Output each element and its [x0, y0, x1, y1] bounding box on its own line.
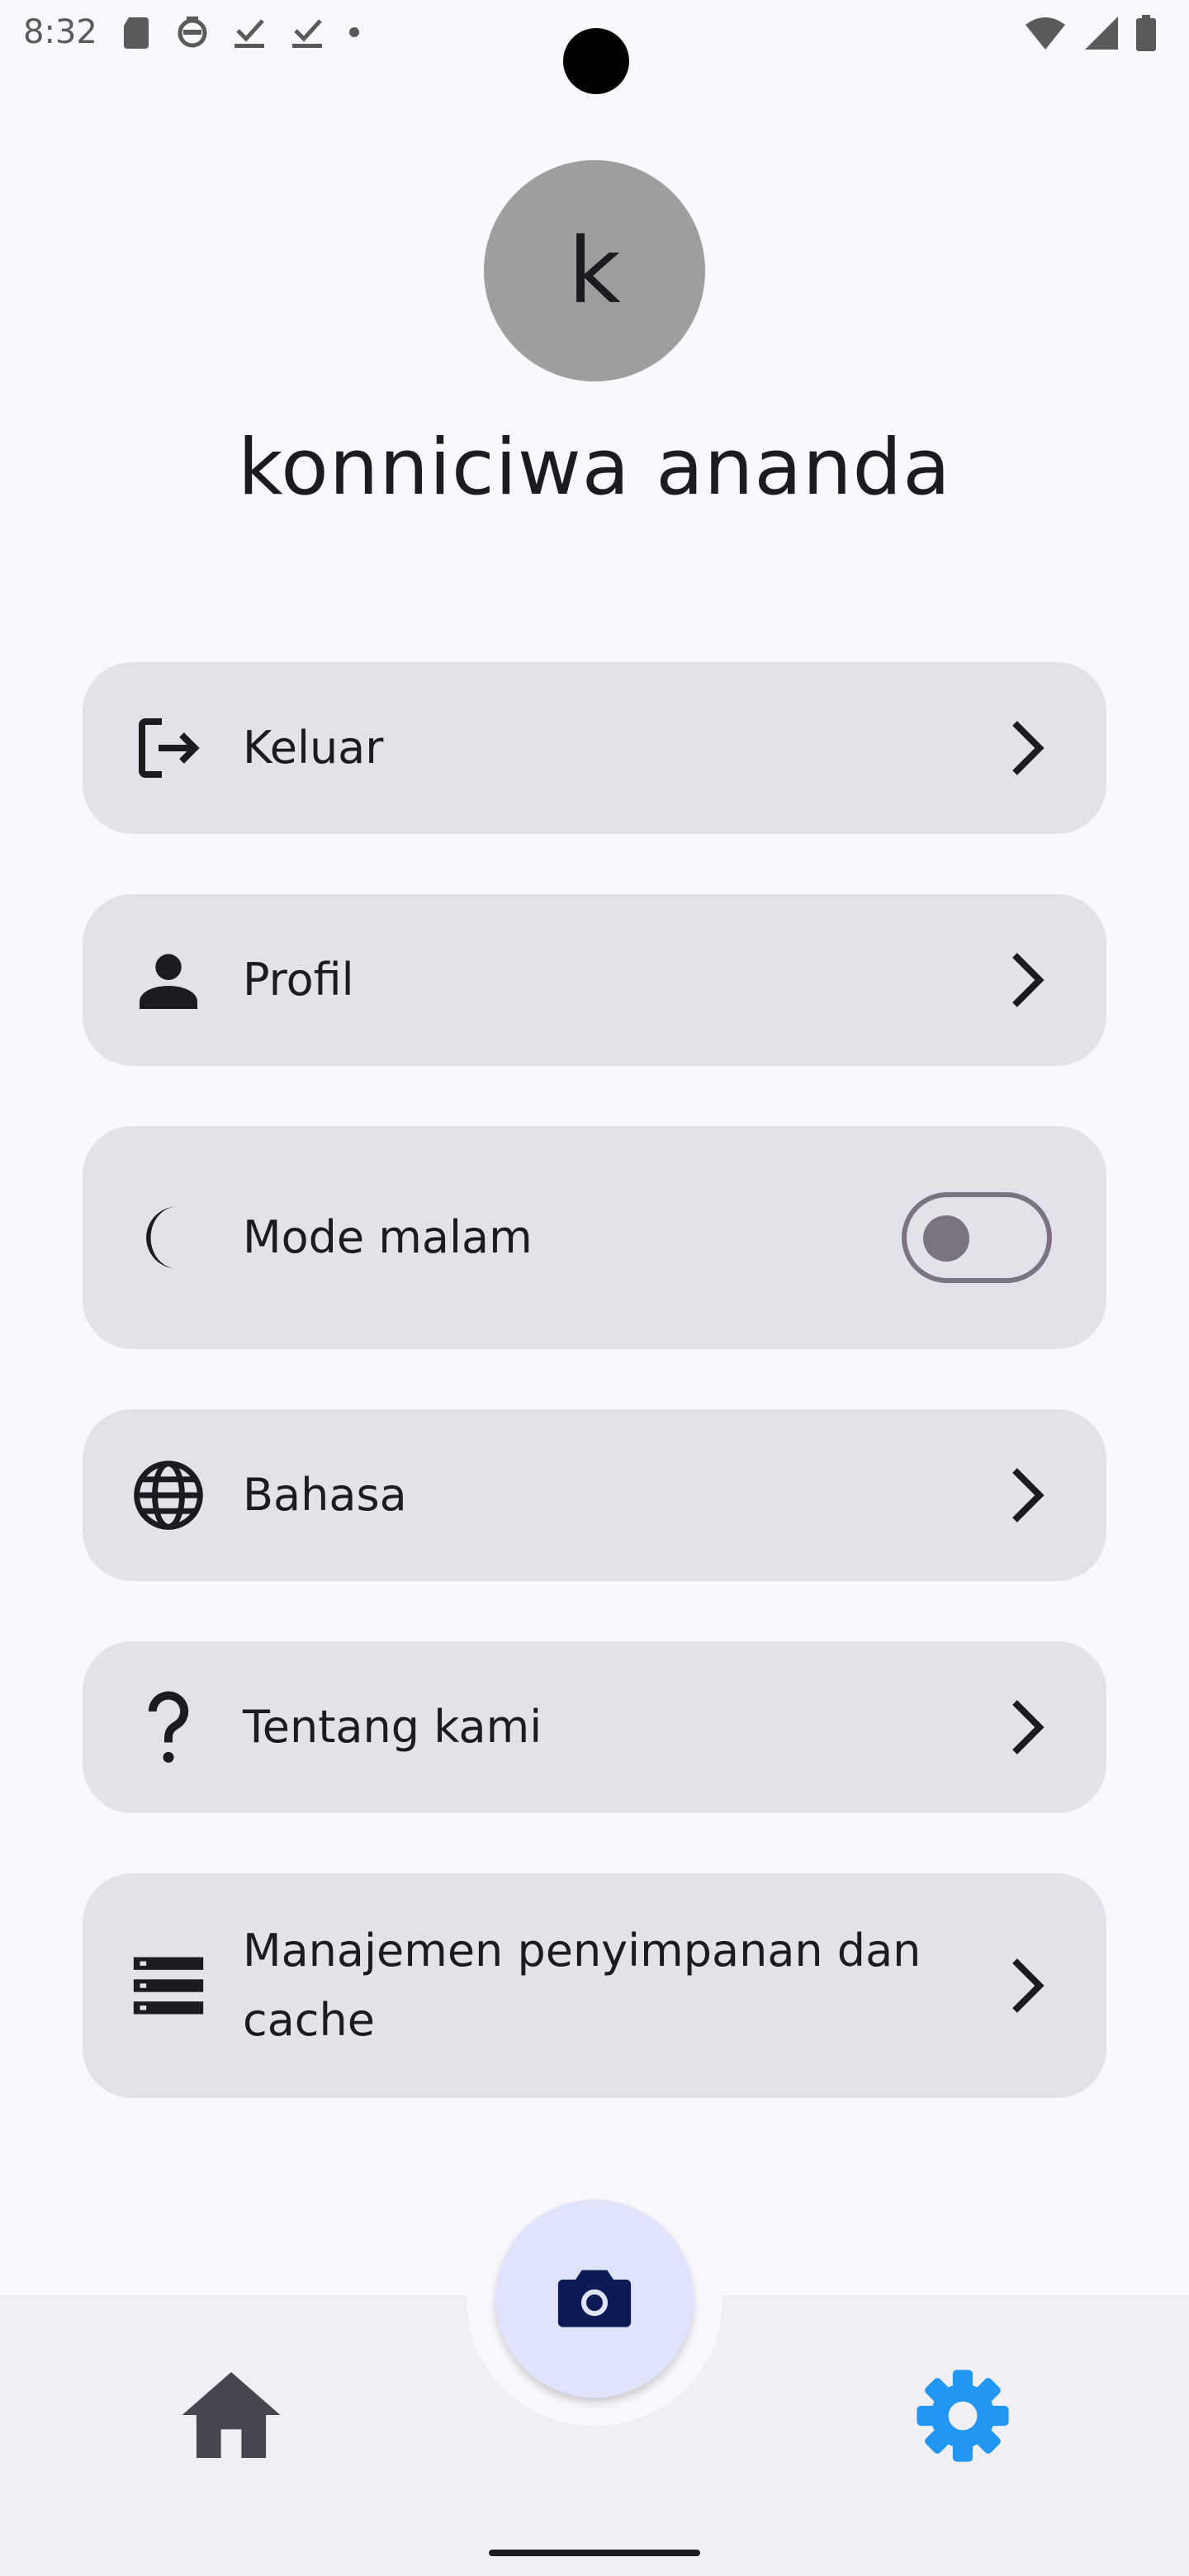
chevron-right-icon: [994, 715, 1060, 781]
night-mode-label: Mode malam: [243, 1211, 533, 1263]
globe-icon: [129, 1456, 208, 1535]
nav-home[interactable]: [173, 2361, 289, 2469]
logout-icon: [129, 708, 208, 788]
status-left-icons: [122, 15, 360, 50]
camera-cutout: [563, 28, 629, 94]
toggle-knob: [923, 1215, 969, 1262]
storage-label: Manajemen penyimpanan dan cache: [243, 1925, 921, 2046]
camera-icon: [557, 2270, 632, 2327]
logout-label: Keluar: [243, 722, 384, 774]
wifi-icon: [1026, 17, 1065, 50]
about-item[interactable]: Tentang kami: [83, 1641, 1106, 1813]
logout-item[interactable]: Keluar: [83, 662, 1106, 834]
profile-label: Profil: [243, 954, 354, 1006]
download-done-icon: [292, 19, 322, 48]
language-label: Bahasa: [243, 1469, 407, 1521]
chevron-right-icon: [994, 947, 1060, 1013]
question-icon: [129, 1688, 208, 1767]
avatar-letter: k: [568, 218, 621, 324]
language-item[interactable]: Bahasa: [83, 1409, 1106, 1581]
notification-icon: [178, 17, 207, 48]
chevron-right-icon: [994, 1694, 1060, 1760]
home-indicator[interactable]: [489, 2550, 700, 2556]
moon-icon: [129, 1198, 208, 1277]
chevron-right-icon: [994, 1462, 1060, 1528]
camera-button[interactable]: [495, 2200, 694, 2398]
battery-icon: [1136, 15, 1156, 51]
night-mode-item: Mode malam: [83, 1126, 1106, 1349]
profile-item[interactable]: Profil: [83, 894, 1106, 1066]
storage-icon: [129, 1946, 208, 2025]
about-label: Tentang kami: [243, 1701, 542, 1753]
home-icon: [182, 2372, 281, 2458]
person-icon: [129, 940, 208, 1020]
dot-icon: [349, 27, 359, 37]
signal-icon: [1085, 17, 1118, 50]
user-name: konniciwa ananda: [238, 423, 951, 513]
status-time: 8:32: [23, 13, 97, 51]
nav-settings[interactable]: [905, 2358, 1021, 2474]
settings-icon: [917, 2370, 1009, 2462]
avatar: k: [484, 160, 705, 381]
download-done-icon: [234, 19, 264, 48]
sd-card-icon: [124, 17, 149, 49]
status-right-icons: [1024, 15, 1156, 51]
storage-item[interactable]: Manajemen penyimpanan dan cache: [83, 1873, 1106, 2098]
night-mode-toggle[interactable]: [902, 1192, 1052, 1283]
chevron-right-icon: [994, 1953, 1060, 2019]
